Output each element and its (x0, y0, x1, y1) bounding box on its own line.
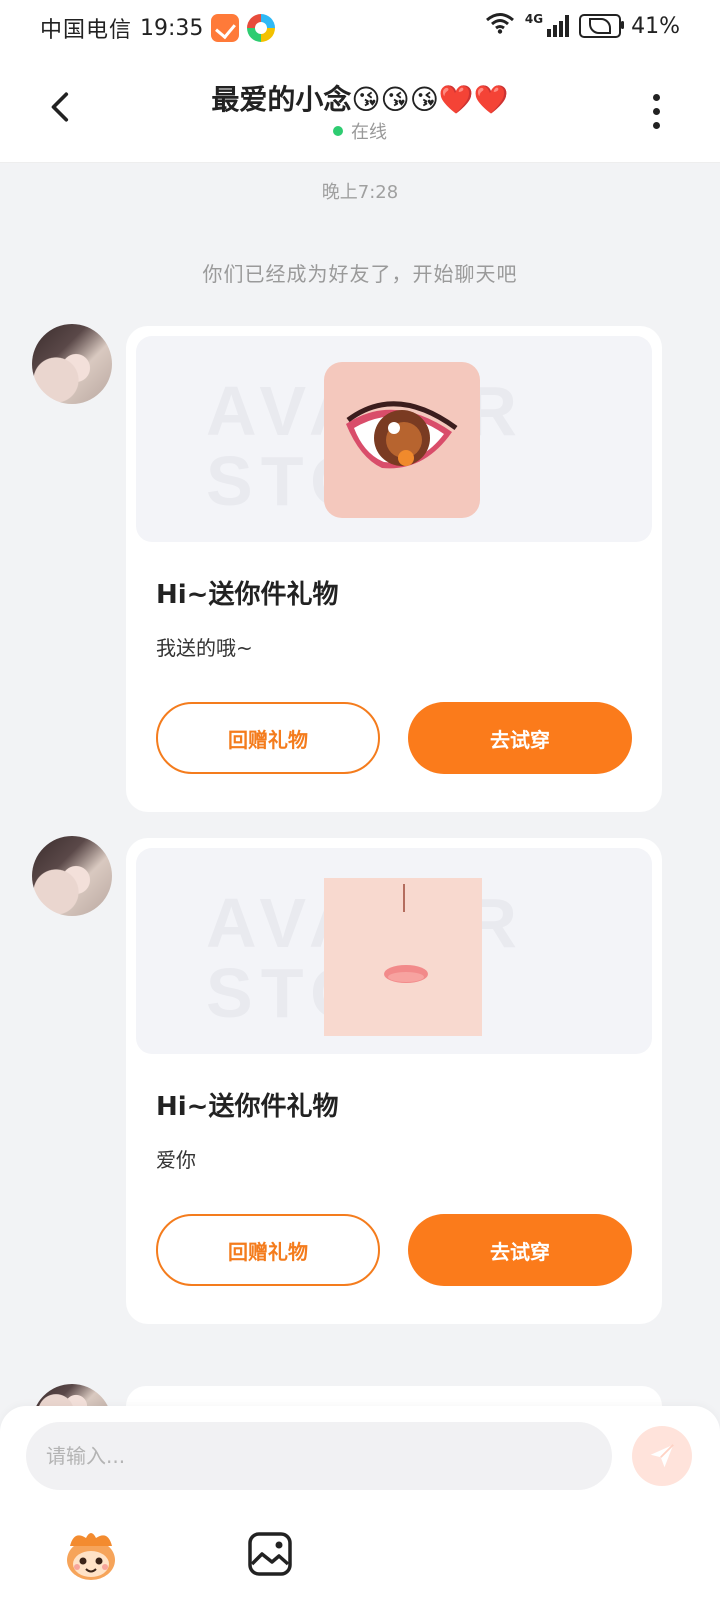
online-status-label: 在线 (351, 122, 387, 143)
network-type: 4G (524, 12, 544, 26)
battery-percent: 41% (631, 13, 680, 39)
status-left: 中国电信 19:35 (40, 12, 276, 44)
gift-preview[interactable]: AVATAR STORE (136, 848, 652, 1054)
carrier-label: 中国电信 (40, 18, 133, 43)
gift-preview[interactable]: AVATAR STORE (136, 336, 652, 542)
contact-name: 最爱的小念😘😘😘❤️❤️ (211, 83, 509, 116)
wifi-icon (485, 12, 515, 40)
return-gift-button[interactable]: 回赠礼物 (156, 702, 380, 774)
chat-header: 最爱的小念😘😘😘❤️❤️ 在线 (0, 52, 720, 163)
more-vertical-icon (652, 93, 660, 101)
message-input[interactable] (26, 1422, 612, 1490)
mouth-item-image (324, 878, 482, 1036)
image-picker-button[interactable] (246, 1530, 294, 1578)
notification-app-icon (211, 14, 240, 42)
gift-message: 我送的哦~ (156, 636, 253, 660)
more-options-button[interactable] (636, 86, 676, 136)
contact-avatar[interactable] (32, 324, 112, 404)
mascot-sticker-button[interactable] (60, 1524, 122, 1586)
contact-avatar[interactable] (32, 836, 112, 916)
input-panel (0, 1406, 720, 1612)
send-button[interactable] (632, 1426, 692, 1486)
return-gift-button[interactable]: 回赠礼物 (156, 1214, 380, 1286)
eye-item-image (324, 362, 480, 518)
status-time: 19:35 (140, 15, 204, 41)
try-on-button[interactable]: 去试穿 (408, 702, 632, 774)
system-message: 你们已经成为好友了，开始聊天吧 (202, 262, 518, 286)
gift-title: Hi~送你件礼物 (156, 1092, 339, 1122)
send-icon (650, 1444, 674, 1468)
status-right: 4G 41% (485, 12, 680, 40)
signal-icon (547, 15, 570, 37)
try-on-button[interactable]: 去试穿 (408, 1214, 632, 1286)
notification-app2-icon (247, 14, 276, 42)
gift-title: Hi~送你件礼物 (156, 580, 339, 610)
battery-icon (579, 14, 625, 38)
status-bar: 中国电信 19:35 4G 41% (0, 0, 720, 52)
gift-card: AVATAR STORE Hi~送你件礼物 我送的哦~ 回赠礼物 去试穿 (126, 326, 662, 812)
online-dot-icon (333, 126, 343, 136)
image-icon (248, 1532, 292, 1576)
mascot-icon (67, 1533, 115, 1580)
online-status: 在线 (0, 118, 720, 144)
gift-message: 爱你 (156, 1148, 196, 1172)
gift-card: AVATAR STORE Hi~送你件礼物 爱你 回赠礼物 去试穿 (126, 838, 662, 1324)
message-timestamp: 晚上7:28 (321, 182, 399, 203)
